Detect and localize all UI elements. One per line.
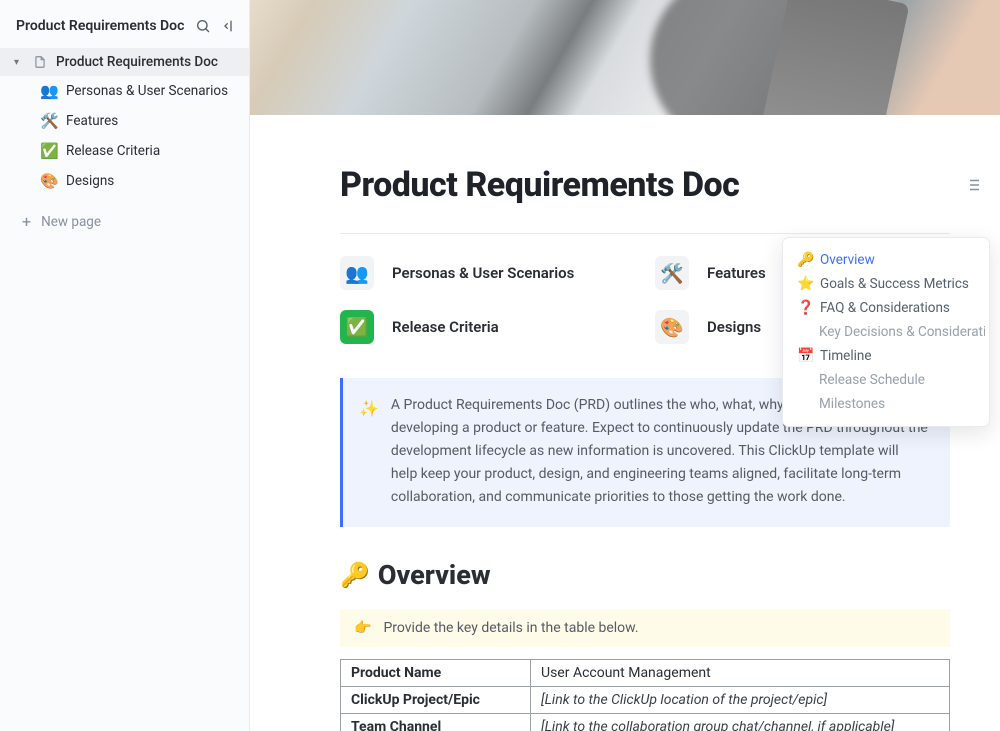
divider: [340, 233, 950, 234]
table-row[interactable]: ClickUp Project/Epic [Link to the ClickU…: [341, 687, 950, 714]
sidebar-tree: ▾ Product Requirements Doc 👥 Personas & …: [0, 48, 249, 204]
calendar-icon: 📅: [797, 348, 813, 364]
sidebar-item-label: Release Criteria: [66, 143, 160, 159]
outline-item-goals[interactable]: ⭐ Goals & Success Metrics: [789, 272, 985, 296]
link-release-criteria[interactable]: ✅ Release Criteria: [340, 310, 635, 344]
outline-label: Release Schedule: [819, 372, 925, 388]
new-page-label: New page: [41, 214, 101, 230]
question-icon: ❓: [797, 300, 813, 316]
cell-label: Team Channel: [341, 714, 531, 731]
star-icon: ⭐: [797, 276, 813, 292]
sidebar-item-label: Product Requirements Doc: [56, 54, 218, 70]
tip-text: Provide the key details in the table bel…: [383, 620, 638, 636]
page-title: Product Requirements Doc: [340, 165, 950, 205]
palette-icon: 🎨: [655, 310, 689, 344]
outline-item-release-schedule[interactable]: Release Schedule: [789, 368, 985, 392]
outline-item-key-decisions[interactable]: Key Decisions & Consideratio...: [789, 320, 985, 344]
users-icon: 👥: [340, 256, 374, 290]
search-icon[interactable]: [195, 18, 211, 34]
cover-image[interactable]: [250, 0, 1000, 115]
caret-down-icon[interactable]: ▾: [14, 57, 24, 68]
sidebar-item-label: Designs: [66, 173, 114, 189]
point-right-icon: 👉: [354, 620, 371, 636]
outline-toggle-icon[interactable]: [964, 176, 982, 198]
outline-item-timeline[interactable]: 📅 Timeline: [789, 344, 985, 368]
heading-text: Overview: [378, 559, 491, 591]
sparkles-icon: ✨: [359, 396, 379, 509]
check-icon: ✅: [340, 310, 374, 344]
sidebar-title: Product Requirements Doc: [16, 18, 184, 34]
key-icon: 🔑: [797, 252, 813, 268]
cell-value[interactable]: [Link to the ClickUp location of the pro…: [531, 687, 950, 714]
key-icon: 🔑: [340, 561, 370, 589]
outline-panel: 🔑 Overview ⭐ Goals & Success Metrics ❓ F…: [782, 237, 990, 427]
link-label: Release Criteria: [392, 318, 499, 336]
new-page-button[interactable]: + New page: [0, 204, 249, 239]
sidebar-item-release-criteria[interactable]: ✅ Release Criteria: [0, 136, 249, 166]
sidebar-item-designs[interactable]: 🎨 Designs: [0, 166, 249, 196]
outline-label: Milestones: [819, 396, 885, 412]
outline-item-milestones[interactable]: Milestones: [789, 392, 985, 416]
outline-label: Timeline: [820, 348, 872, 364]
overview-table: Product Name User Account Management Cli…: [340, 659, 950, 731]
link-label: Features: [707, 264, 766, 282]
collapse-sidebar-icon[interactable]: [221, 18, 237, 34]
sidebar: Product Requirements Doc ▾ Product Requi…: [0, 0, 250, 731]
link-label: Designs: [707, 318, 761, 336]
sidebar-item-personas[interactable]: 👥 Personas & User Scenarios: [0, 76, 249, 106]
outline-label: Goals & Success Metrics: [820, 276, 969, 292]
outline-item-faq[interactable]: ❓ FAQ & Considerations: [789, 296, 985, 320]
check-icon: ✅: [40, 142, 58, 160]
sidebar-header: Product Requirements Doc: [0, 10, 249, 48]
section-heading-overview: 🔑 Overview: [340, 559, 950, 591]
link-label: Personas & User Scenarios: [392, 264, 574, 282]
tools-icon: 🛠️: [655, 256, 689, 290]
sidebar-item-label: Features: [66, 113, 118, 129]
sidebar-item-features[interactable]: 🛠️ Features: [0, 106, 249, 136]
tip-callout: 👉 Provide the key details in the table b…: [340, 609, 950, 647]
cell-value[interactable]: [Link to the collaboration group chat/ch…: [531, 714, 950, 731]
plus-icon: +: [22, 212, 31, 231]
sidebar-item-label: Personas & User Scenarios: [66, 83, 228, 99]
cell-label: ClickUp Project/Epic: [341, 687, 531, 714]
cell-label: Product Name: [341, 660, 531, 687]
outline-label: Key Decisions & Consideratio...: [819, 324, 985, 340]
table-row[interactable]: Product Name User Account Management: [341, 660, 950, 687]
palette-icon: 🎨: [40, 172, 58, 190]
tools-icon: 🛠️: [40, 112, 58, 130]
page-icon: [32, 54, 48, 70]
cell-value[interactable]: User Account Management: [531, 660, 950, 687]
outline-label: Overview: [820, 252, 875, 268]
outline-item-overview[interactable]: 🔑 Overview: [789, 248, 985, 272]
sidebar-root-item[interactable]: ▾ Product Requirements Doc: [0, 48, 249, 76]
table-row[interactable]: Team Channel [Link to the collaboration …: [341, 714, 950, 731]
link-personas[interactable]: 👥 Personas & User Scenarios: [340, 256, 635, 290]
users-icon: 👥: [40, 82, 58, 100]
outline-label: FAQ & Considerations: [820, 300, 950, 316]
